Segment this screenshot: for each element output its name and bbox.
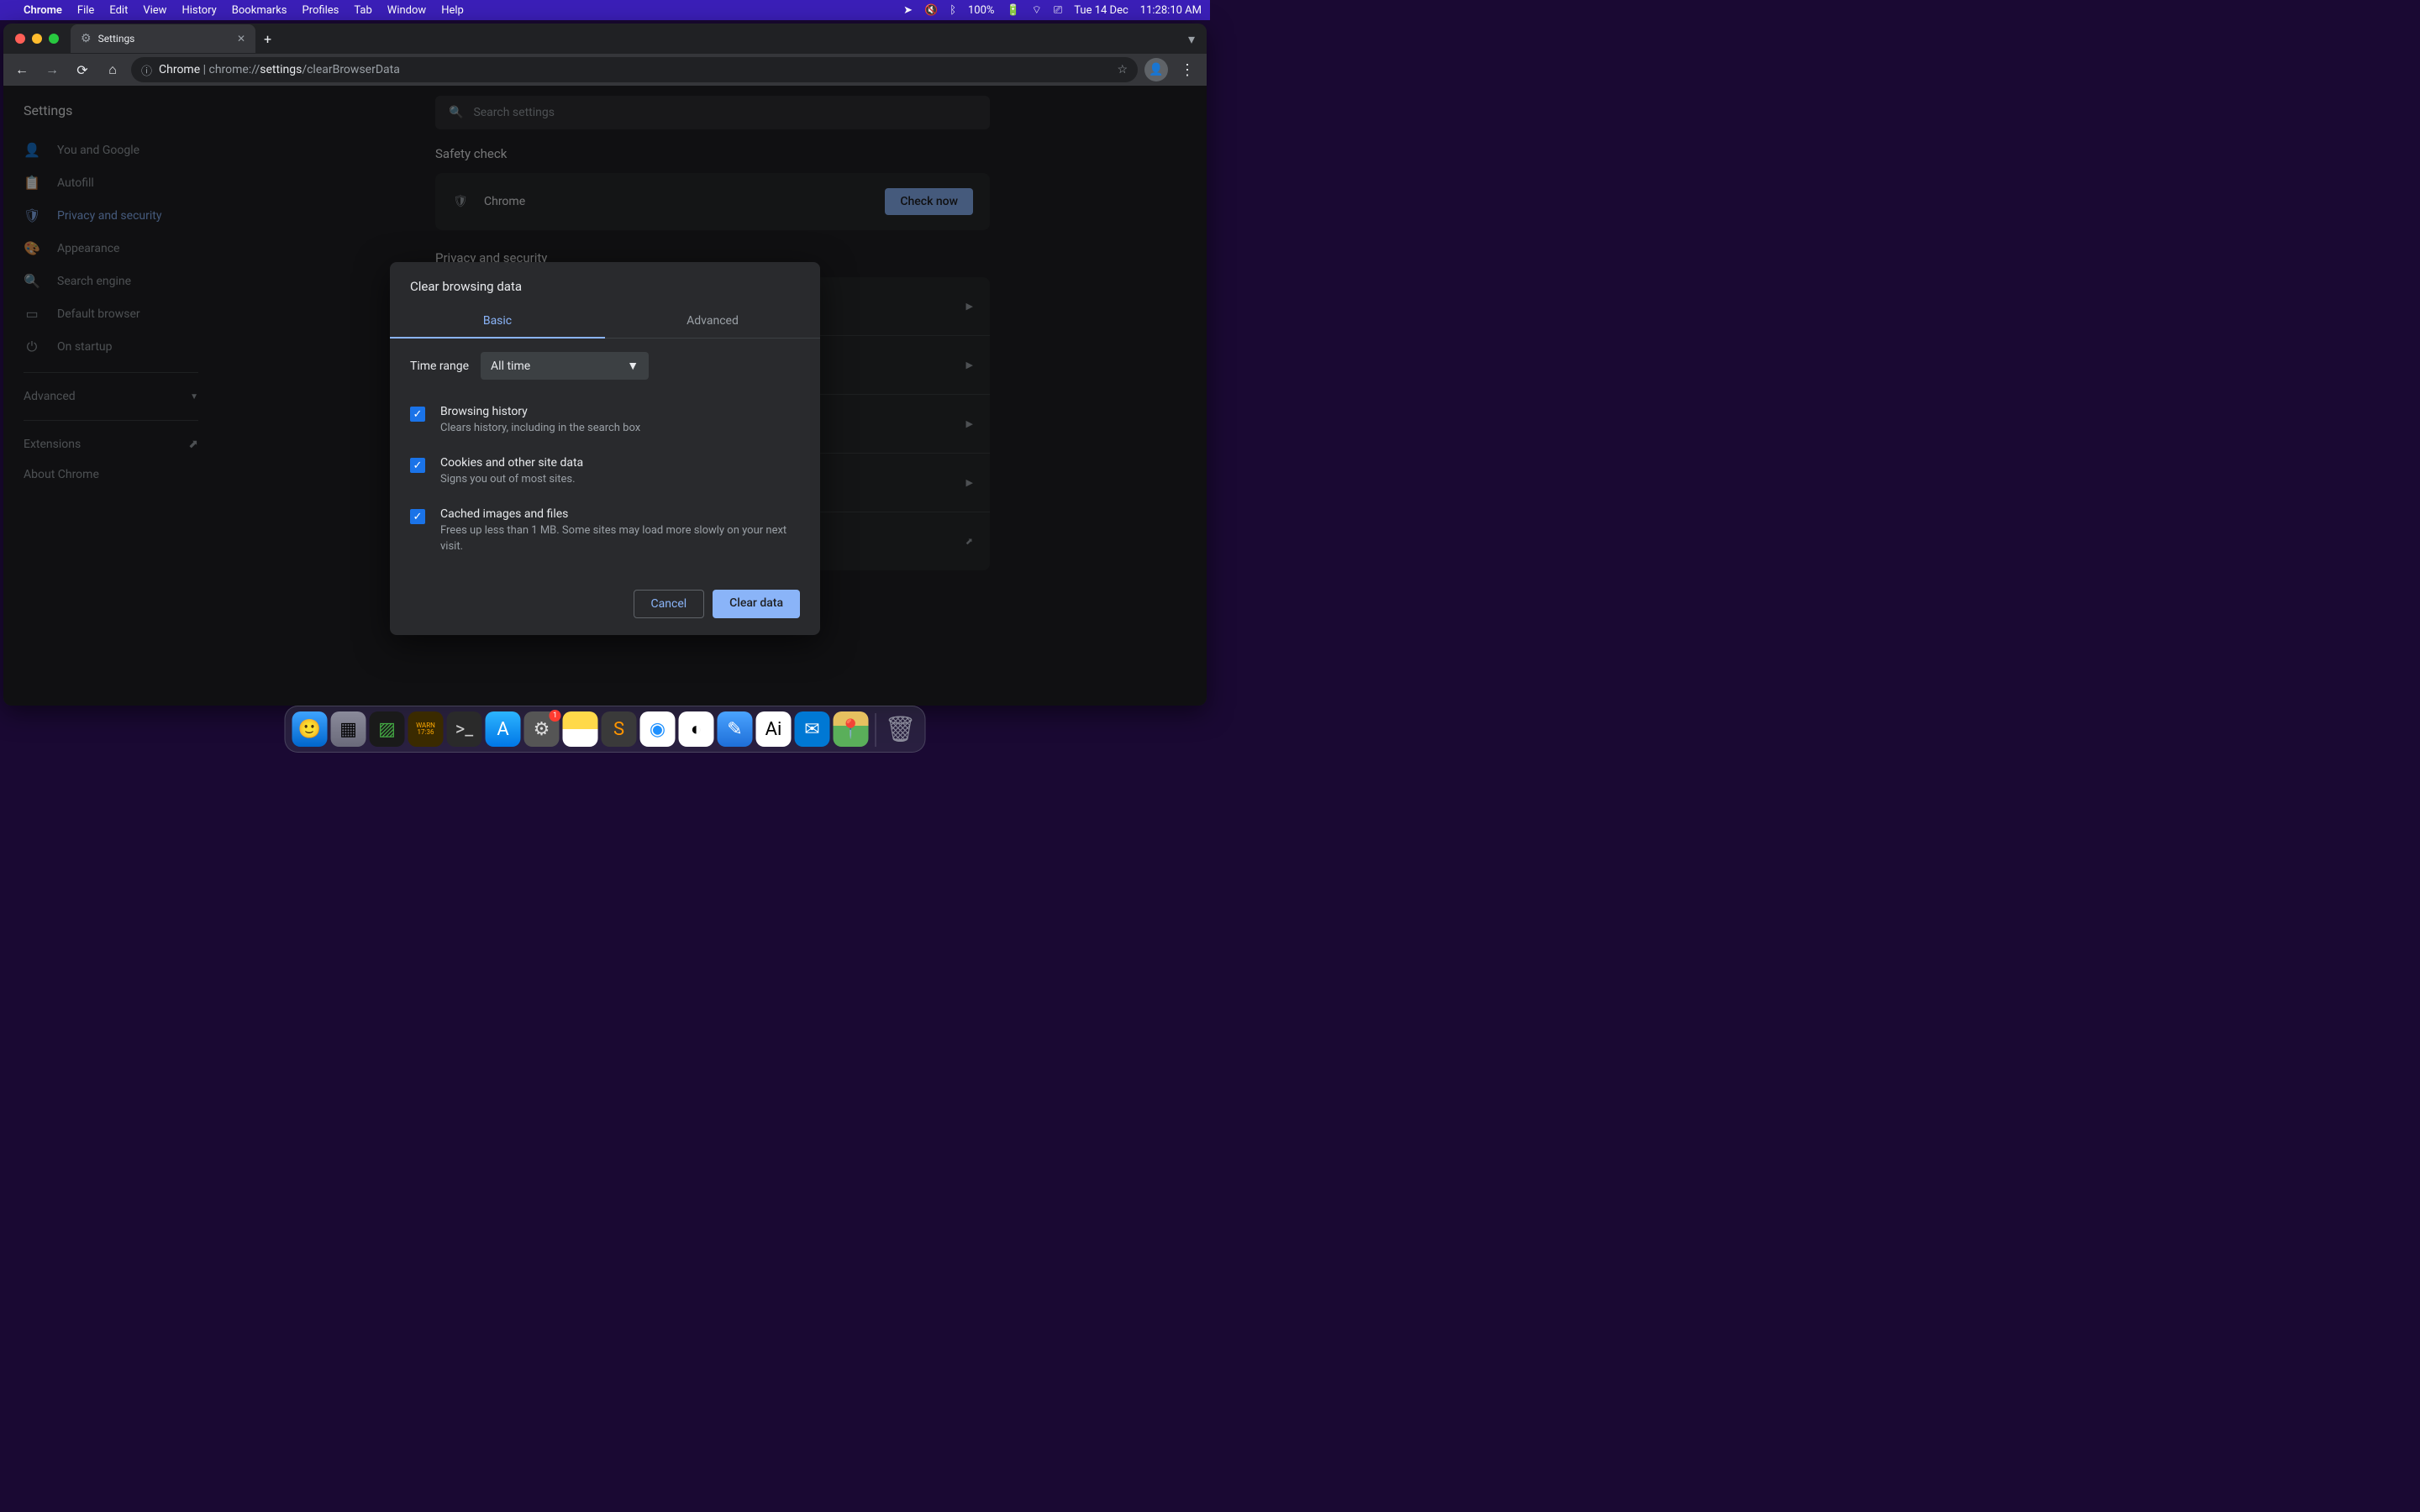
profile-button[interactable]: 👤 (1144, 58, 1168, 81)
dock-system-preferences[interactable]: ⚙1 (524, 711, 560, 747)
browser-tab[interactable]: ⚙ Settings ✕ (71, 24, 255, 53)
checkbox-cache[interactable]: ✓ (410, 509, 425, 524)
time-range-dropdown[interactable]: All time ▼ (481, 352, 649, 380)
dock-terminal[interactable]: >_ (447, 711, 482, 747)
checkbox-cookies[interactable]: ✓ (410, 458, 425, 473)
menu-edit[interactable]: Edit (109, 4, 128, 17)
checkbox-browsing-history[interactable]: ✓ (410, 407, 425, 422)
bluetooth-icon[interactable]: ᛒ (950, 4, 956, 17)
menubar-date[interactable]: Tue 14 Dec (1074, 4, 1128, 17)
tab-basic[interactable]: Basic (390, 304, 605, 338)
menu-file[interactable]: File (77, 4, 94, 17)
battery-charging-icon: 🔋 (1006, 4, 1019, 17)
new-tab-button[interactable]: + (264, 31, 271, 47)
dock-illustrator[interactable]: Ai (756, 711, 792, 747)
wifi-icon[interactable]: ⌔ (1032, 3, 1042, 17)
macos-menubar: Chrome File Edit View History Bookmarks … (0, 0, 1210, 20)
window-minimize-button[interactable] (32, 34, 42, 44)
dock-notes[interactable] (563, 711, 598, 747)
tab-search-icon[interactable]: ▾ (1188, 31, 1195, 47)
dock-safari[interactable]: ◉ (640, 711, 676, 747)
dock-trash[interactable]: 🗑 (883, 711, 918, 747)
home-button[interactable]: ⌂ (101, 58, 124, 81)
check-title: Browsing history (440, 405, 800, 418)
tab-strip: ⚙ Settings ✕ + ▾ (3, 24, 1207, 54)
tab-advanced[interactable]: Advanced (605, 304, 820, 338)
dock-launchpad[interactable]: ▦ (331, 711, 366, 747)
control-center-icon[interactable]: ⎚ (1054, 4, 1062, 17)
chrome-menu-button[interactable]: ⋮ (1175, 61, 1200, 79)
dock-xcode[interactable]: ✎ (718, 711, 753, 747)
volume-muted-icon[interactable]: 🔇 (924, 4, 938, 17)
back-button[interactable]: ← (10, 58, 34, 81)
menu-tab[interactable]: Tab (354, 4, 371, 17)
window-controls (10, 34, 59, 44)
time-range-label: Time range (410, 360, 469, 373)
chevron-down-icon: ▼ (627, 359, 639, 373)
menu-view[interactable]: View (143, 4, 166, 17)
check-sub: Clears history, including in the search … (440, 421, 800, 436)
dock-sublime-text[interactable]: S (602, 711, 637, 747)
menu-help[interactable]: Help (441, 4, 464, 17)
menu-history[interactable]: History (182, 4, 216, 17)
window-close-button[interactable] (15, 34, 25, 44)
battery-percent: 100% (968, 4, 994, 17)
browser-toolbar: ← → ⟳ ⌂ ⓘ Chrome | chrome://settings/cle… (3, 54, 1207, 86)
omnibox[interactable]: ⓘ Chrome | chrome://settings/clearBrowse… (131, 57, 1138, 82)
clear-data-button[interactable]: Clear data (713, 590, 800, 618)
person-icon: 👤 (1149, 63, 1163, 76)
chrome-window: ⚙ Settings ✕ + ▾ ← → ⟳ ⌂ ⓘ Chrome | chro… (3, 24, 1207, 706)
menu-bookmarks[interactable]: Bookmarks (232, 4, 287, 17)
check-row-cookies: ✓ Cookies and other site data Signs you … (410, 446, 800, 497)
time-range-value: All time (491, 360, 530, 373)
bookmark-star-icon[interactable]: ☆ (1117, 63, 1128, 76)
check-sub: Frees up less than 1 MB. Some sites may … (440, 523, 800, 554)
settings-page: Settings 👤You and Google 📋Autofill 🛡Priv… (3, 86, 1207, 706)
dock-activity-monitor[interactable]: ▨ (370, 711, 405, 747)
notification-badge: 1 (550, 710, 561, 722)
tab-close-button[interactable]: ✕ (237, 33, 245, 45)
dialog-tabs: Basic Advanced (390, 304, 820, 339)
cancel-button[interactable]: Cancel (634, 590, 705, 618)
check-row-cache: ✓ Cached images and files Frees up less … (410, 497, 800, 564)
menubar-time[interactable]: 11:28:10 AM (1140, 4, 1202, 17)
time-range-row: Time range All time ▼ (410, 352, 800, 380)
menu-window[interactable]: Window (387, 4, 426, 17)
forward-button[interactable]: → (40, 58, 64, 81)
dialog-body: Time range All time ▼ ✓ Browsing history… (390, 339, 820, 578)
dock-console[interactable]: WARN17:36 (408, 711, 444, 747)
dialog-actions: Cancel Clear data (390, 578, 820, 635)
menu-profiles[interactable]: Profiles (302, 4, 339, 17)
dock-outlook[interactable]: ✉ (795, 711, 830, 747)
check-title: Cookies and other site data (440, 456, 800, 470)
dock-maps[interactable]: 📍 (834, 711, 869, 747)
window-zoom-button[interactable] (49, 34, 59, 44)
check-sub: Signs you out of most sites. (440, 472, 800, 487)
macos-dock: 🙂 ▦ ▨ WARN17:36 >_ A ⚙1 S ◉ ◐ ✎ Ai ✉ 📍 🗑 (285, 706, 926, 753)
menubar-app-name[interactable]: Chrome (24, 4, 62, 17)
gear-icon: ⚙ (81, 32, 92, 45)
omnibox-url: Chrome | chrome://settings/clearBrowserD… (159, 63, 400, 76)
location-icon[interactable]: ➤ (903, 4, 913, 17)
clear-browsing-data-dialog: Clear browsing data Basic Advanced Time … (390, 262, 820, 635)
dock-finder[interactable]: 🙂 (292, 711, 328, 747)
check-title: Cached images and files (440, 507, 800, 521)
check-row-browsing-history: ✓ Browsing history Clears history, inclu… (410, 395, 800, 446)
tab-title: Settings (98, 33, 135, 45)
dialog-title: Clear browsing data (390, 262, 820, 304)
dock-chrome[interactable]: ◐ (679, 711, 714, 747)
reload-button[interactable]: ⟳ (71, 58, 94, 81)
site-info-icon[interactable]: ⓘ (141, 62, 152, 78)
dock-app-store[interactable]: A (486, 711, 521, 747)
